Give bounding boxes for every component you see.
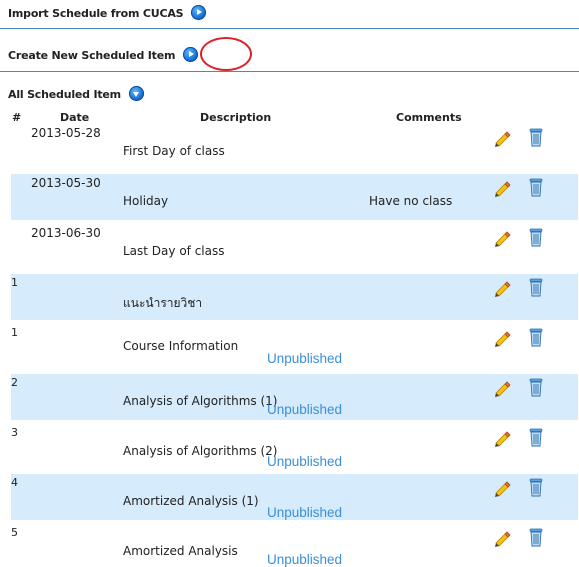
create-scheduled-item-label: Create New Scheduled Item <box>8 49 176 62</box>
row-number: 5 <box>11 526 18 539</box>
table-row: 4 Amortized Analysis (1) Unpublished <box>11 474 578 520</box>
trash-icon[interactable] <box>528 427 544 447</box>
create-scheduled-item-link[interactable]: Create New Scheduled Item <box>8 47 198 62</box>
row-comment: Have no class <box>369 194 453 208</box>
table-row: 5 Amortized Analysis Unpublished <box>11 524 578 567</box>
row-number: 4 <box>11 476 18 489</box>
row-description: Amortized Analysis <box>123 544 238 558</box>
pencil-icon[interactable] <box>493 229 511 247</box>
red-highlight-circle <box>200 37 252 71</box>
row-description: Analysis of Algorithms (2) <box>123 444 278 458</box>
trash-icon[interactable] <box>528 227 544 247</box>
row-description: Course Information <box>123 339 239 353</box>
all-scheduled-item-label: All Scheduled Item <box>8 88 121 101</box>
trash-icon[interactable] <box>528 177 544 197</box>
col-header-description: Description <box>200 111 272 124</box>
status-badge: Unpublished <box>267 402 343 417</box>
table-row: 1 แนะนำรายวิชา <box>11 274 578 320</box>
row-number: 2 <box>11 376 18 389</box>
row-number: 3 <box>11 426 18 439</box>
table-row: 2 Analysis of Algorithms (1) Unpublished <box>11 374 578 420</box>
row-description: แนะนำรายวิชา <box>123 296 203 310</box>
pencil-icon[interactable] <box>493 529 511 547</box>
pencil-icon[interactable] <box>493 279 511 297</box>
pencil-icon[interactable] <box>493 479 511 497</box>
expand-circle-icon[interactable] <box>128 86 144 101</box>
import-schedule-label: Import Schedule from CUCAS <box>8 7 184 20</box>
trash-icon[interactable] <box>528 327 544 347</box>
row-description: First Day of class <box>123 144 225 158</box>
row-description: Analysis of Algorithms (1) <box>123 394 278 408</box>
table-row: 2013-06-30 Last Day of class <box>11 224 578 270</box>
table-row: 2013-05-30 Holiday Have no class <box>11 174 578 220</box>
trash-icon[interactable] <box>528 127 544 147</box>
row-date: 2013-06-30 <box>31 226 101 240</box>
row-description: Amortized Analysis (1) <box>123 494 259 508</box>
trash-icon[interactable] <box>528 277 544 297</box>
status-badge: Unpublished <box>267 505 343 520</box>
all-scheduled-item-toggle[interactable]: All Scheduled Item <box>8 86 144 101</box>
row-date: 2013-05-28 <box>31 126 101 140</box>
row-description: Last Day of class <box>123 244 225 258</box>
col-header-date: Date <box>60 111 90 124</box>
status-badge: Unpublished <box>267 351 343 366</box>
table-row: 2013-05-28 First Day of class <box>11 124 578 170</box>
divider <box>0 28 579 29</box>
trash-icon[interactable] <box>528 527 544 547</box>
import-schedule-link[interactable]: Import Schedule from CUCAS <box>8 5 207 20</box>
table-row: 3 Analysis of Algorithms (2) Unpublished <box>11 424 578 470</box>
table-row: 1 Course Information Unpublished <box>11 324 578 370</box>
pencil-icon[interactable] <box>493 129 511 147</box>
col-header-number: # <box>12 111 22 124</box>
row-description: Holiday <box>123 194 169 208</box>
pencil-icon[interactable] <box>493 429 511 447</box>
pencil-icon[interactable] <box>493 379 511 397</box>
row-number: 1 <box>11 276 18 289</box>
trash-icon[interactable] <box>528 377 544 397</box>
col-header-comments: Comments <box>396 111 462 124</box>
pencil-icon[interactable] <box>493 329 511 347</box>
row-date: 2013-05-30 <box>31 176 101 190</box>
play-circle-icon[interactable] <box>182 47 198 62</box>
pencil-icon[interactable] <box>493 179 511 197</box>
row-number: 1 <box>11 326 18 339</box>
status-badge: Unpublished <box>267 454 343 469</box>
trash-icon[interactable] <box>528 477 544 497</box>
play-circle-icon[interactable] <box>191 5 207 20</box>
divider <box>0 71 579 72</box>
